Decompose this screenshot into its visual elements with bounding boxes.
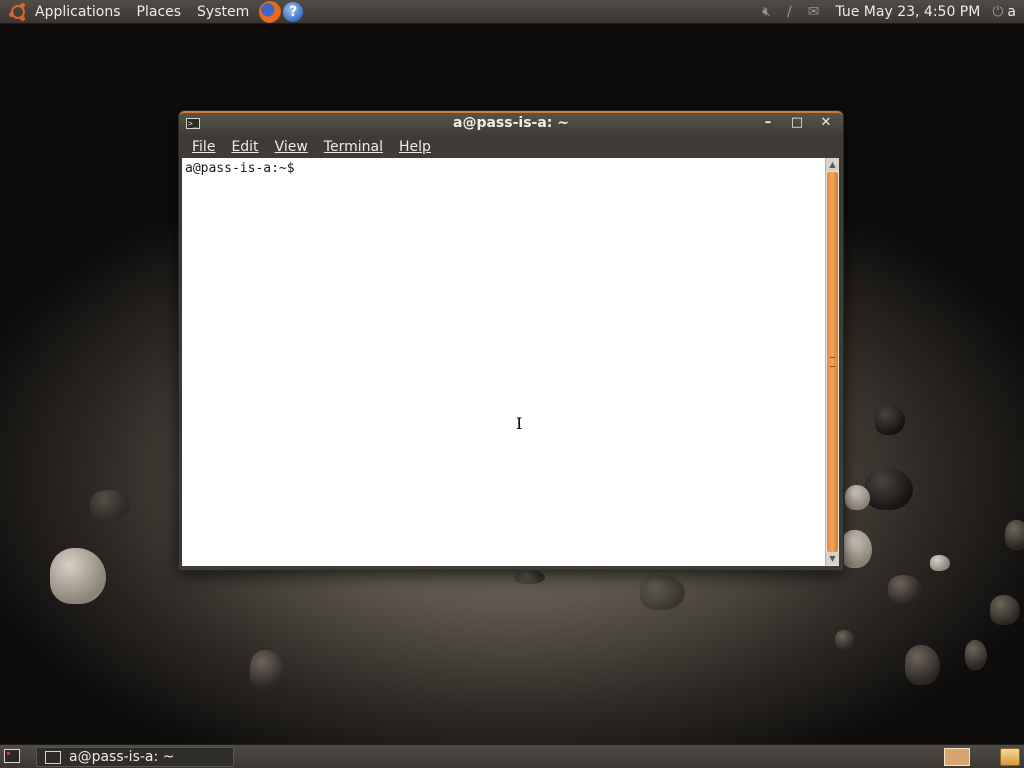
terminal-text-area[interactable]: a@pass-is-a:~$ [182, 158, 825, 566]
system-tray: 🔇︎ ∕ ✉︎ Tue May 23, 4:50 PM ⏻︎ a [754, 0, 1024, 24]
rock [875, 405, 905, 435]
volume-muted-icon[interactable]: 🔇︎ [762, 0, 771, 24]
rock [1005, 520, 1024, 550]
rock [888, 575, 922, 603]
scroll-thumb[interactable] [827, 172, 838, 552]
menu-terminal[interactable]: Terminal [316, 139, 391, 155]
rock [965, 640, 987, 670]
menubar: File Edit View Terminal Help [179, 135, 843, 159]
menu-help[interactable]: Help [391, 139, 439, 155]
vertical-scrollbar[interactable]: ▲ ▼ [825, 158, 839, 566]
rock [865, 468, 913, 510]
menu-help-label: Help [398, 139, 431, 155]
taskbar-terminal-button[interactable]: a@pass-is-a: ~ [36, 747, 234, 767]
system-menu[interactable]: System [189, 0, 257, 24]
rock [835, 630, 855, 650]
terminal-window: >_ a@pass-is-a: ~ – □ ✕ File Edit View T… [178, 110, 844, 571]
menu-edit[interactable]: Edit [223, 139, 266, 155]
menu-file-label: File [192, 139, 216, 155]
taskbar-label: a@pass-is-a: ~ [69, 749, 175, 765]
scroll-up-arrow-icon[interactable]: ▲ [826, 158, 839, 171]
places-menu[interactable]: Places [129, 0, 190, 24]
bottom-panel: a@pass-is-a: ~ [0, 744, 1024, 768]
menu-terminal-label: Terminal [323, 139, 383, 155]
rock [515, 570, 545, 584]
applications-menu[interactable]: Applications [27, 0, 129, 24]
rock [640, 575, 685, 610]
ubuntu-logo-icon[interactable] [9, 2, 27, 21]
power-icon[interactable]: ⏻︎ [992, 0, 1003, 24]
network-disconnected-icon[interactable]: ∕ [787, 0, 792, 24]
help-icon[interactable]: ? [283, 1, 304, 22]
maximize-button[interactable]: □ [788, 115, 806, 131]
user-menu[interactable]: a [1007, 4, 1016, 20]
menu-edit-label: Edit [231, 139, 259, 155]
scroll-down-arrow-icon[interactable]: ▼ [826, 552, 839, 565]
menu-file[interactable]: File [184, 139, 223, 155]
shell-prompt: a@pass-is-a:~$ [185, 161, 295, 176]
rock [905, 645, 940, 685]
clock[interactable]: Tue May 23, 4:50 PM [835, 4, 980, 20]
text-cursor-icon: I [516, 414, 523, 433]
mail-icon[interactable]: ✉︎ [808, 0, 820, 24]
rock [50, 548, 106, 604]
firefox-icon[interactable] [259, 0, 282, 23]
titlebar[interactable]: >_ a@pass-is-a: ~ – □ ✕ [179, 111, 843, 135]
rock [990, 595, 1020, 625]
window-title: a@pass-is-a: ~ [453, 115, 569, 131]
rock [930, 555, 950, 571]
rock [840, 530, 872, 568]
rock [90, 490, 130, 520]
top-panel: Applications Places System ? 🔇︎ ∕ ✉︎ Tue… [0, 0, 1024, 24]
rock [250, 650, 284, 690]
trash-icon[interactable] [1000, 748, 1020, 766]
show-desktop-icon[interactable] [4, 749, 20, 763]
menu-view-label: View [274, 139, 308, 155]
menu-view[interactable]: View [267, 139, 316, 155]
close-button[interactable]: ✕ [817, 115, 835, 131]
minimize-button[interactable]: – [759, 115, 777, 131]
terminal-icon [45, 750, 61, 764]
workspace-switcher[interactable] [944, 748, 970, 766]
rock [845, 485, 870, 510]
